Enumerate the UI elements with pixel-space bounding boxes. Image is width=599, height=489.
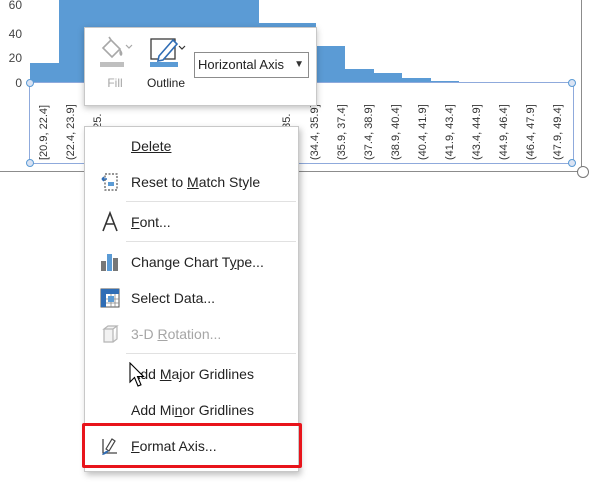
- menu-label-select-data: Select Data: [131, 290, 204, 306]
- selection-handle[interactable]: [26, 79, 34, 87]
- pen-outline-icon: [150, 38, 186, 67]
- chevron-down-icon: ▼: [294, 59, 304, 70]
- outline-label: Outline: [146, 76, 186, 90]
- menu-item-delete[interactable]: Delete: [85, 129, 298, 163]
- menu-label-reset-rest: atch Style: [198, 174, 261, 190]
- chart-element-select-value: Horizontal Axis: [198, 57, 284, 72]
- menu-label-font: ont...: [139, 214, 171, 230]
- menu-item-change-chart-type[interactable]: Change Chart Type...: [85, 245, 298, 279]
- menu-label-rotation: 3-D: [131, 326, 158, 342]
- menu-item-add-minor-gridlines[interactable]: Add Minor Gridlines: [85, 393, 298, 427]
- menu-label-rotation-rest: otation...: [167, 326, 222, 342]
- menu-separator: [126, 201, 296, 202]
- mouse-cursor-icon: [129, 362, 145, 387]
- menu-label-change-type: Change Chart T: [131, 254, 230, 270]
- y-tick-label: 40: [8, 27, 22, 41]
- menu-label-reset-accel: M: [187, 174, 199, 190]
- fill-button[interactable]: Fill: [93, 32, 137, 102]
- reset-style-icon: [101, 173, 118, 191]
- outline-button[interactable]: Outline: [143, 32, 189, 102]
- font-icon: [102, 211, 118, 232]
- y-tick-label: 0: [15, 76, 22, 90]
- paint-bucket-icon: [100, 36, 133, 67]
- menu-item-add-major-gridlines[interactable]: Add Major Gridlines: [85, 357, 298, 391]
- fill-label: Fill: [107, 76, 123, 90]
- menu-separator: [126, 241, 296, 242]
- menu-separator: [126, 353, 296, 354]
- menu-label-minor-rest: or Gridlines: [182, 402, 254, 418]
- menu-item-font[interactable]: Font...: [85, 205, 298, 239]
- bar-chart-icon: [101, 254, 118, 271]
- selection-handle[interactable]: [568, 79, 576, 87]
- histogram-bar[interactable]: [30, 63, 59, 83]
- histogram-bar[interactable]: [316, 46, 345, 83]
- menu-item-reset-style[interactable]: Reset to Match Style: [85, 165, 298, 199]
- cube-3d-icon: [102, 325, 119, 343]
- format-axis-highlight: [82, 423, 302, 468]
- menu-label-major-rest: ajor Gridlines: [171, 366, 254, 382]
- menu-label-font-accel: F: [131, 214, 140, 230]
- selection-handle[interactable]: [26, 159, 34, 167]
- menu-label-change-type-rest: pe...: [236, 254, 264, 270]
- menu-label-minor: Add Mi: [131, 402, 175, 418]
- y-tick-label: 60: [8, 0, 22, 12]
- menu-label-delete: Delete: [131, 138, 172, 154]
- menu-label-rotation-accel: R: [157, 326, 168, 342]
- select-data-icon: [100, 288, 120, 308]
- context-menu: Delete Reset to Match Style Font... Chan…: [84, 126, 299, 472]
- menu-item-select-data[interactable]: Select Data...: [85, 281, 298, 315]
- chart-border: [581, 0, 582, 172]
- y-tick-label: 20: [8, 51, 22, 65]
- histogram-bar[interactable]: [345, 69, 374, 83]
- menu-label-major-accel: M: [159, 366, 172, 382]
- menu-item-3d-rotation: 3-D Rotation...: [85, 317, 298, 351]
- selection-handle[interactable]: [568, 159, 576, 167]
- format-mini-toolbar: Fill Outline Horizontal Axis ▼: [84, 27, 317, 106]
- menu-label-select-data-rest: ...: [203, 290, 216, 306]
- menu-label-reset: Reset to: [131, 174, 188, 190]
- chart-resize-handle[interactable]: [577, 166, 589, 178]
- menu-label-change-type-accel: y: [229, 254, 237, 270]
- chart-element-select[interactable]: Horizontal Axis ▼: [194, 52, 309, 78]
